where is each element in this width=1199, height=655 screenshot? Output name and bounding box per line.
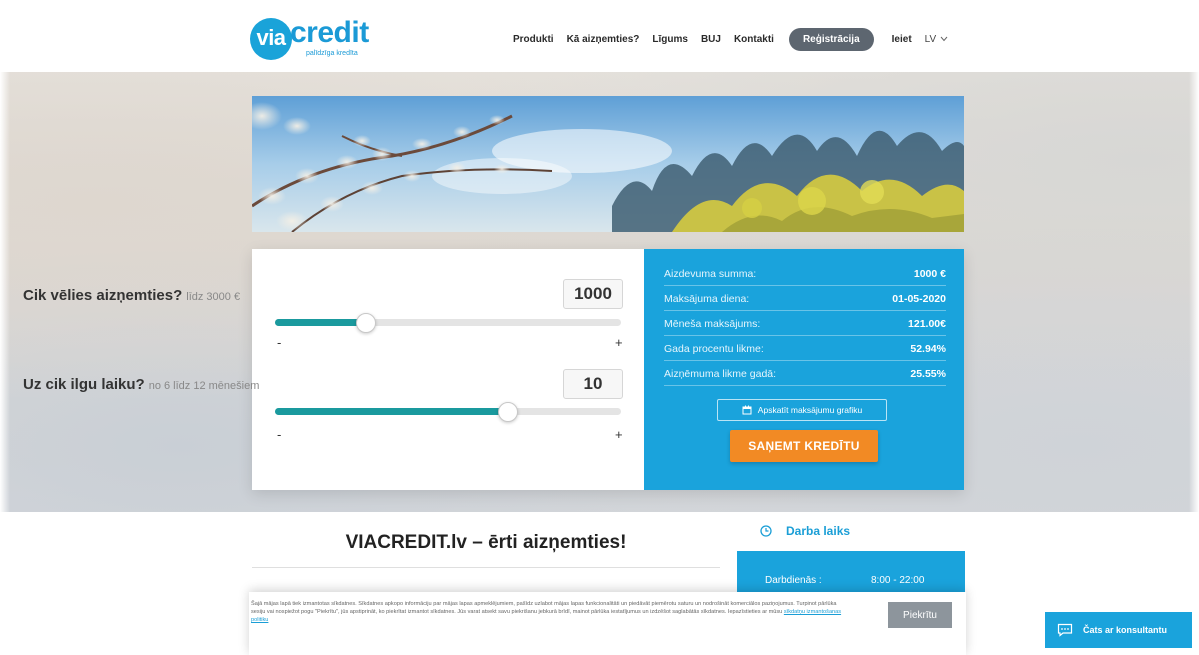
term-question: Uz cik ilgu laiku? no 6 līdz 12 mēnešiem [23,376,259,393]
amount-hint: līdz 3000 € [186,291,241,303]
cookie-text: Šajā mājas lapā tiek izmantotas sīkdatne… [251,600,849,625]
accept-cookies-button[interactable]: Piekrītu [888,602,952,628]
language-select[interactable]: LV [925,34,949,45]
amount-slider-fill [275,319,365,326]
clock-icon [760,525,772,537]
chat-bubble-icon [1057,623,1073,637]
amount-question-label: Cik vēlies aizņemties? [23,287,183,304]
site-header: via credit palīdzīga kredīta Produkti Kā… [0,0,1199,72]
register-button[interactable]: Reģistrācija [788,27,874,51]
summary-label: Mēneša maksājums: [664,318,761,330]
view-schedule-label: Apskatīt maksājumu grafiku [757,405,863,415]
summary-value: 121.00€ [908,318,946,330]
summary-row-annual-rate: Gada procentu likme: 52.94% [664,338,946,361]
amount-increase-button[interactable]: + [615,335,623,350]
calendar-icon [742,405,752,415]
page-headline: VIACREDIT.lv – ērti aizņemties! [345,532,627,553]
term-hint: no 6 līdz 12 mēnešiem [148,380,260,392]
term-slider-fill [275,408,507,415]
nav-buj[interactable]: BUJ [701,34,721,45]
hero-edge-right [1189,72,1199,512]
term-slider-handle[interactable] [498,402,518,422]
hero-edge-left [0,72,10,512]
cookie-banner: Šajā mājas lapā tiek izmantotas sīkdatne… [249,592,966,655]
viacredit-logo[interactable]: via credit palīdzīga kredīta [250,16,370,60]
loan-summary: Aizdevuma summa: 1000 € Maksājuma diena:… [644,249,964,490]
amount-input[interactable]: 1000 [563,279,623,309]
work-day-label: Darbdienās : [765,575,822,586]
term-decrease-button[interactable]: - [277,427,281,442]
logo-via: via [250,18,292,60]
term-question-label: Uz cik ilgu laiku? [23,376,145,393]
banner-illustration [252,96,964,232]
summary-row-payment-day: Maksājuma diena: 01-05-2020 [664,288,946,311]
summary-value: 1000 € [913,268,946,280]
chat-label: Čats ar konsultantu [1083,625,1168,635]
summary-row-monthly-payment: Mēneša maksājums: 121.00€ [664,313,946,336]
summary-label: Gada procentu likme: [664,343,764,355]
loan-calculator: 1000 - + 10 - + Aizdevuma summa: 1000 € … [252,249,964,490]
summary-value: 01-05-2020 [892,293,946,305]
summary-value: 52.94% [910,343,946,355]
headline-divider [252,567,720,568]
summary-label: Maksājuma diena: [664,293,750,305]
language-label: LV [924,33,937,45]
amount-decrease-button[interactable]: - [277,335,281,350]
amount-question: Cik vēlies aizņemties? līdz 3000 € [23,287,240,304]
get-credit-button[interactable]: SAŅEMT KREDĪTU [730,430,878,462]
amount-slider-handle[interactable] [356,313,376,333]
nav-ka-aiznemties[interactable]: Kā aizņemties? [567,34,640,45]
calculator-inputs: 1000 - + 10 - + [252,249,644,490]
chat-button[interactable]: Čats ar konsultantu [1045,612,1192,648]
view-schedule-button[interactable]: Apskatīt maksājumu grafiku [717,399,887,421]
chevron-down-icon [940,36,948,42]
nav-kontakti[interactable]: Kontakti [734,34,774,45]
summary-value: 25.55% [910,368,946,380]
logo-wordmark: credit [290,16,369,49]
cookie-message: Šajā mājas lapā tiek izmantotas sīkdatne… [251,601,837,616]
term-input[interactable]: 10 [563,369,623,399]
summary-label: Aizņēmuma likme gadā: [664,368,777,380]
working-hours-label: Darba laiks [786,524,851,538]
nav-ligums[interactable]: Līgums [652,34,688,45]
summary-row-amount: Aizdevuma summa: 1000 € [664,263,946,286]
main-nav: Produkti Kā aizņemties? Līgums BUJ Konta… [513,27,948,51]
term-slider[interactable] [275,402,621,422]
term-increase-button[interactable]: + [615,427,623,442]
summary-label: Aizdevuma summa: [664,268,757,280]
work-hours-value: 8:00 - 22:00 [871,575,925,586]
login-link[interactable]: Ieiet [892,34,912,45]
spring-banner-image [252,96,964,232]
logo-tagline: palīdzīga kredīta [306,50,358,57]
summary-row-loan-rate: Aizņēmuma likme gadā: 25.55% [664,363,946,386]
amount-slider[interactable] [275,313,621,333]
working-hours-title: Darba laiks [760,524,850,538]
nav-produkti[interactable]: Produkti [513,34,554,45]
